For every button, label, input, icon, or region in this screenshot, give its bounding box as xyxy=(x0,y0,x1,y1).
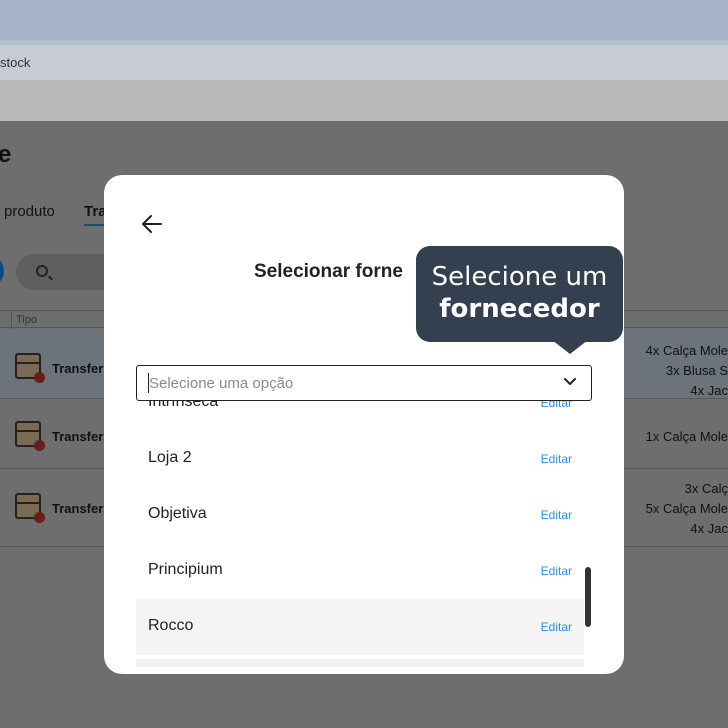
arrow-left-icon xyxy=(142,215,162,233)
tooltip-line-1: Selecione um xyxy=(431,262,608,292)
tooltip-arrow xyxy=(552,340,588,354)
chevron-down-icon[interactable] xyxy=(563,377,577,387)
row-items: 1x Calça Mole xyxy=(620,427,728,447)
add-button[interactable] xyxy=(0,255,4,287)
option-label: Intrínseca xyxy=(148,401,219,410)
row-item: 1x Calça Mole xyxy=(645,429,728,444)
option-label: Objetiva xyxy=(148,505,207,522)
option-label: Loja 2 xyxy=(148,449,192,466)
row-type: Transfer xyxy=(52,361,104,376)
edit-link[interactable]: Editar xyxy=(541,508,572,522)
package-icon xyxy=(15,421,45,451)
list-item[interactable]: Objetiva Editar xyxy=(136,487,584,543)
onboarding-tooltip: Selecione um fornecedor xyxy=(416,246,623,354)
tooltip-line-2: fornecedor xyxy=(439,294,600,324)
search-icon xyxy=(36,265,48,277)
list-item[interactable]: Intrínseca Editar xyxy=(136,401,584,431)
list-item[interactable]: Rocco Editar xyxy=(136,599,584,655)
row-item: 4x Calça Mole xyxy=(645,343,728,358)
option-label: Principium xyxy=(148,561,223,578)
package-icon xyxy=(15,353,45,383)
page-title: e xyxy=(0,141,12,168)
edit-link[interactable]: Editar xyxy=(541,401,572,410)
row-item: 4x Jac xyxy=(690,383,728,398)
browser-tab-bar xyxy=(0,0,728,40)
scrollbar-thumb[interactable] xyxy=(585,567,591,627)
row-item: 3x Calç xyxy=(684,481,728,496)
next-item-edge xyxy=(136,659,584,667)
row-type: Transfer xyxy=(52,501,104,516)
option-label: Rocco xyxy=(148,617,194,634)
row-items: 3x Calç 5x Calça Mole 4x Jac xyxy=(620,479,728,539)
column-divider xyxy=(11,311,12,329)
column-header-tipo: Tipo xyxy=(16,314,37,326)
page-tabs: produto Tra xyxy=(4,203,107,226)
package-icon xyxy=(15,493,45,523)
row-items: 4x Calça Mole 3x Blusa S 4x Jac xyxy=(620,341,728,401)
bookmarks-bar xyxy=(0,80,728,121)
list-item[interactable]: Principium Editar xyxy=(136,543,584,599)
supplier-select[interactable]: Selecione uma opção xyxy=(136,365,592,401)
edit-link[interactable]: Editar xyxy=(541,452,572,466)
address-bar[interactable]: stock xyxy=(0,45,728,80)
back-button[interactable] xyxy=(140,213,164,235)
row-item: 5x Calça Mole xyxy=(645,501,728,516)
address-bar-url[interactable]: stock xyxy=(0,55,30,70)
supplier-dropdown-list[interactable]: Intrínseca Editar Loja 2 Editar Objetiva… xyxy=(136,401,592,667)
select-placeholder: Selecione uma opção xyxy=(149,375,294,392)
row-type: Transfer xyxy=(52,429,104,444)
row-item: 4x Jac xyxy=(690,521,728,536)
tab-produto[interactable]: produto xyxy=(4,203,55,220)
list-item[interactable]: Loja 2 Editar xyxy=(136,431,584,487)
edit-link[interactable]: Editar xyxy=(541,564,572,578)
edit-link[interactable]: Editar xyxy=(541,620,572,634)
row-item: 3x Blusa S xyxy=(665,363,728,378)
